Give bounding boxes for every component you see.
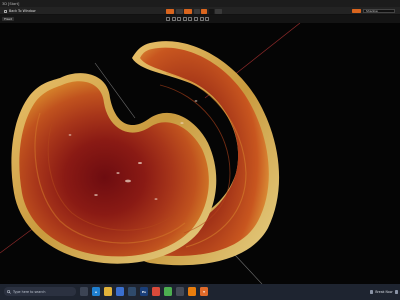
explorer-icon[interactable]: [104, 287, 112, 296]
render-dropdown-button[interactable]: [352, 8, 361, 14]
store-icon[interactable]: [116, 287, 124, 296]
scale-icon[interactable]: [182, 16, 187, 21]
app-dark-icon[interactable]: [176, 287, 184, 296]
move-icon[interactable]: [171, 16, 176, 21]
notification-icon[interactable]: [394, 290, 398, 294]
taskbar-search[interactable]: Type here to search: [4, 287, 76, 296]
3d-viewport[interactable]: [0, 23, 400, 284]
view-mode-button[interactable]: Fixed: [2, 16, 14, 21]
light-icon[interactable]: [193, 16, 198, 21]
orange-mode-button[interactable]: [184, 8, 192, 14]
window-titlebar: 3D [Start]: [0, 0, 400, 7]
orange-option-button[interactable]: [201, 8, 207, 14]
task-view-icon[interactable]: [80, 287, 88, 296]
shading-select[interactable]: Shadow: [363, 8, 395, 14]
cube-button[interactable]: [175, 8, 183, 14]
main-toolbar: Back To Window Shadow: [0, 7, 400, 15]
select-icon[interactable]: [166, 16, 170, 21]
view-mode-label: Fixed: [4, 16, 12, 21]
camera-icon[interactable]: [188, 16, 193, 21]
snap-icon[interactable]: [205, 16, 210, 21]
back-to-window-label: Back To Window: [9, 9, 36, 13]
tray-up-icon[interactable]: [369, 290, 374, 294]
taskbar-apps: e Ps T: [80, 287, 208, 296]
black-square-button[interactable]: [208, 8, 214, 14]
window-title: 3D [Start]: [2, 1, 20, 6]
chrome-icon[interactable]: [164, 287, 172, 296]
view-toolbar: Fixed: [0, 15, 400, 23]
layers-button[interactable]: [215, 8, 222, 14]
photoshop-icon[interactable]: Ps: [140, 287, 148, 296]
rotate-icon[interactable]: [177, 16, 182, 21]
taskbar-search-placeholder: Type here to search: [13, 289, 46, 294]
maximize-button[interactable]: [385, 1, 390, 5]
grid-button[interactable]: [193, 8, 200, 14]
blender-icon[interactable]: [188, 287, 196, 296]
measure-icon[interactable]: [199, 16, 204, 21]
minimize-button[interactable]: [378, 1, 383, 5]
edge-icon[interactable]: e: [92, 287, 100, 296]
os-taskbar: Type here to search e Ps T Break Now: [0, 284, 400, 300]
viewport-tools: [166, 16, 210, 21]
y-axis-line-lower: [234, 254, 263, 284]
window-icon: [4, 9, 7, 13]
tray-status-text[interactable]: Break Now: [375, 290, 392, 294]
back-to-window-button[interactable]: Back To Window: [4, 9, 36, 14]
app-t-icon[interactable]: T: [200, 287, 208, 296]
orange-tool-button[interactable]: [166, 8, 174, 14]
reishi-mushroom-model: [11, 41, 280, 266]
render-options: Shadow: [352, 8, 395, 14]
steam-icon[interactable]: [128, 287, 136, 296]
shading-select-value: Shadow: [366, 9, 378, 13]
mode-toolbar: [166, 8, 222, 14]
system-tray: Break Now: [369, 287, 398, 297]
viewport-canvas: [0, 23, 301, 284]
search-icon: [7, 289, 11, 294]
music-icon[interactable]: [152, 287, 160, 296]
close-button[interactable]: [392, 1, 397, 5]
